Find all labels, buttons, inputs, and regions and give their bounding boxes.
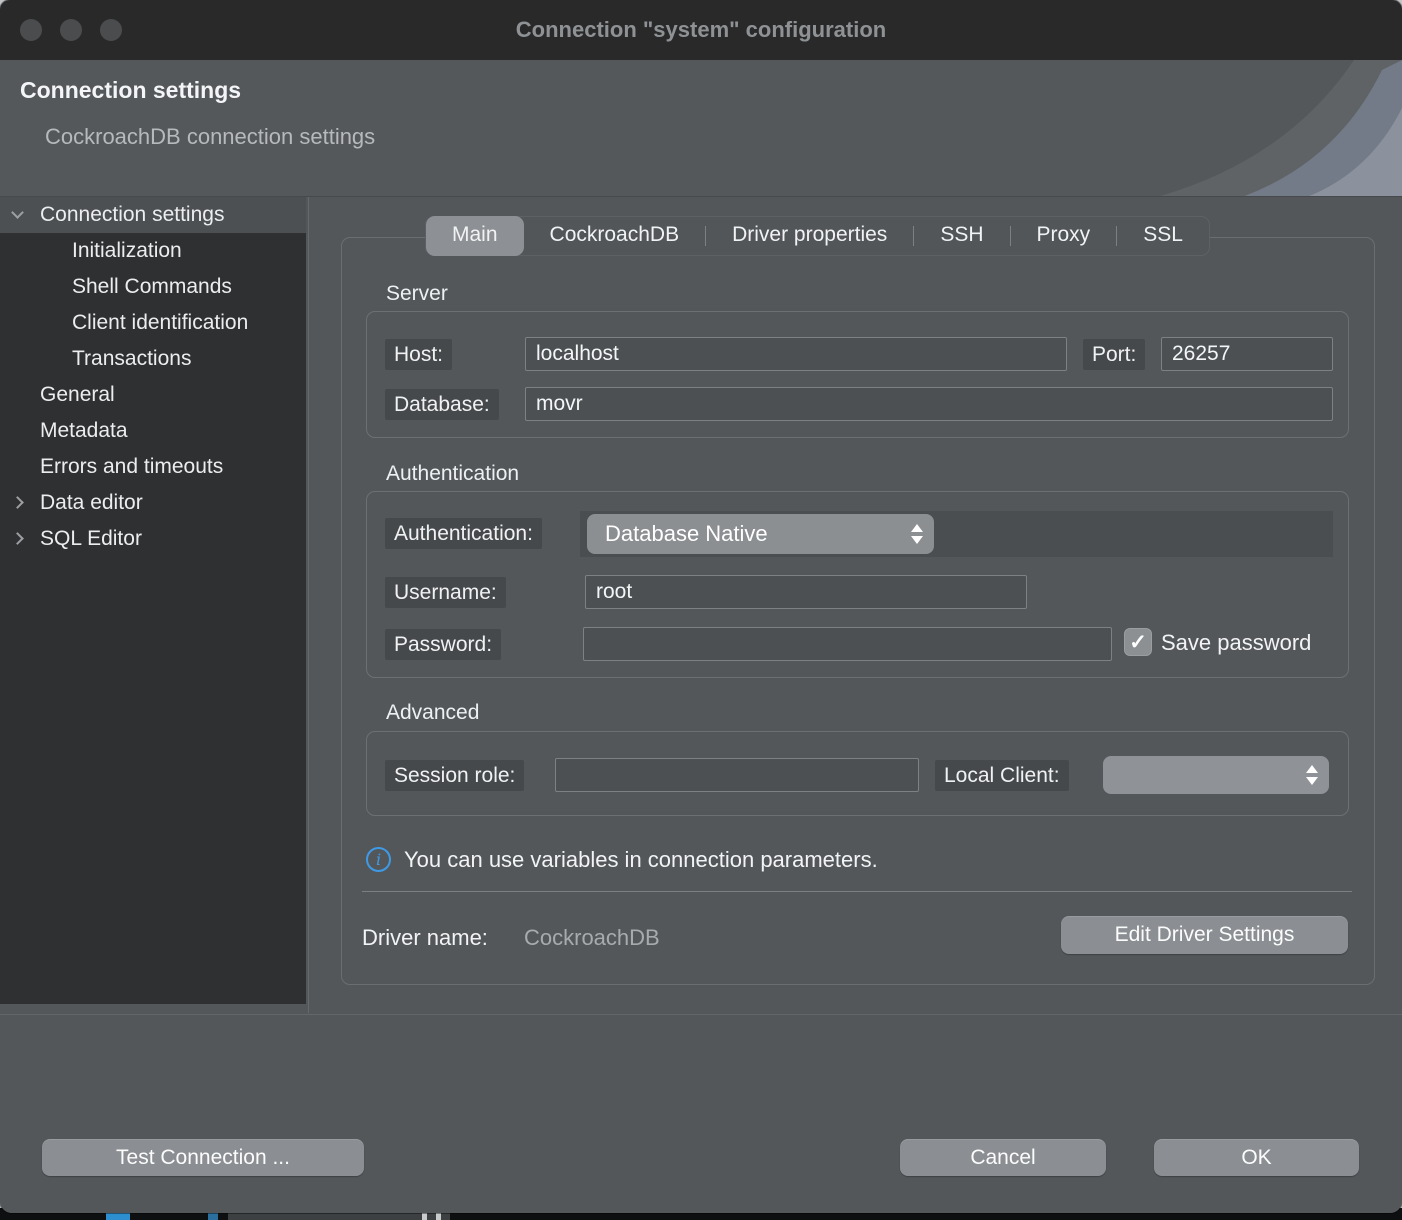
sidebar-item-data-editor[interactable]: Data editor: [0, 485, 306, 521]
sidebar-item-label: Metadata: [40, 413, 128, 449]
window-title: Connection "system" configuration: [0, 0, 1402, 60]
chevron-right-icon[interactable]: [11, 496, 24, 509]
background-window-sliver: [106, 1213, 130, 1220]
sidebar-item-transactions[interactable]: Transactions: [0, 341, 306, 377]
username-label: Username:: [385, 577, 506, 608]
tab-driver-properties[interactable]: Driver properties: [706, 216, 913, 256]
sidebar-item-label: Connection settings: [40, 197, 224, 233]
advanced-group-label: Advanced: [386, 701, 479, 725]
sidebar-item-errors-and-timeouts[interactable]: Errors and timeouts: [0, 449, 306, 485]
password-label: Password:: [385, 629, 501, 660]
connection-configuration-dialog: Connection "system" configuration Connec…: [0, 0, 1402, 1213]
sidebar-item-label: Transactions: [72, 341, 191, 377]
dialog-body: Connection settingsInitializationShell C…: [0, 197, 1402, 1013]
sidebar-item-label: SQL Editor: [40, 521, 142, 557]
background-window-sliver: [208, 1213, 218, 1220]
authentication-select-value: Database Native: [587, 521, 900, 547]
info-icon: i: [366, 847, 391, 872]
dialog-footer: Test Connection ... Cancel OK: [0, 1014, 1402, 1213]
session-role-input[interactable]: [555, 758, 919, 792]
sidebar-item-client-identification[interactable]: Client identification: [0, 305, 306, 341]
edit-driver-settings-button[interactable]: Edit Driver Settings: [1061, 916, 1348, 954]
authentication-group-label: Authentication: [386, 462, 519, 486]
server-group-label: Server: [386, 282, 448, 306]
main-content: MainCockroachDBDriver propertiesSSHProxy…: [309, 197, 1402, 1013]
sidebar-item-label: Data editor: [40, 485, 143, 521]
host-label: Host:: [385, 339, 452, 370]
authentication-select[interactable]: Database Native: [587, 514, 934, 554]
decorative-swoosh: [1102, 60, 1402, 197]
tab-proxy[interactable]: Proxy: [1011, 216, 1117, 256]
sidebar-item-general[interactable]: General: [0, 377, 306, 413]
server-group: Host: Port: Database:: [366, 311, 1349, 438]
chevron-down-icon[interactable]: [11, 206, 24, 219]
sidebar-item-metadata[interactable]: Metadata: [0, 413, 306, 449]
database-label: Database:: [385, 389, 499, 420]
host-input[interactable]: [525, 337, 1067, 371]
header-banner: Connection settings CockroachDB connecti…: [0, 60, 1402, 197]
authentication-label: Authentication:: [385, 518, 542, 549]
check-icon: ✓: [1129, 632, 1147, 653]
sidebar-item-shell-commands[interactable]: Shell Commands: [0, 269, 306, 305]
sidebar-item-label: Shell Commands: [72, 269, 232, 305]
info-message: You can use variables in connection para…: [404, 847, 878, 873]
save-password-checkbox[interactable]: ✓: [1124, 628, 1152, 656]
session-role-label: Session role:: [385, 760, 524, 791]
background-window-sliver: [228, 1213, 450, 1220]
connection-panel: Server Host: Port: Database: Authenticat…: [341, 237, 1375, 985]
cancel-button[interactable]: Cancel: [900, 1139, 1106, 1176]
sidebar-item-label: Errors and timeouts: [40, 449, 223, 485]
background-window-sliver: [436, 1213, 441, 1220]
tab-main[interactable]: Main: [426, 216, 524, 256]
port-input[interactable]: [1161, 337, 1333, 371]
driver-name-value: CockroachDB: [524, 925, 660, 951]
local-client-select[interactable]: [1103, 756, 1329, 794]
tab-cockroachdb[interactable]: CockroachDB: [524, 216, 706, 256]
save-password-label: Save password: [1161, 630, 1311, 656]
database-input[interactable]: [525, 387, 1333, 421]
sidebar-item-initialization[interactable]: Initialization: [0, 233, 306, 269]
chevron-right-icon[interactable]: [11, 532, 24, 545]
password-input[interactable]: [583, 627, 1112, 661]
sidebar-item-connection-settings[interactable]: Connection settings: [0, 197, 306, 233]
sidebar-item-label: Initialization: [72, 233, 182, 269]
driver-divider: [362, 891, 1352, 892]
local-client-label: Local Client:: [935, 760, 1069, 791]
port-label: Port:: [1083, 339, 1145, 370]
authentication-group: Authentication: Database Native Username…: [366, 491, 1349, 678]
advanced-group: Session role: Local Client:: [366, 731, 1349, 816]
chevron-up-down-icon: [900, 524, 934, 544]
test-connection-button[interactable]: Test Connection ...: [42, 1139, 364, 1176]
screen: Connection "system" configuration Connec…: [0, 0, 1402, 1220]
page-title: Connection settings: [20, 77, 241, 104]
sidebar-item-label: Client identification: [72, 305, 248, 341]
sidebar-item-sql-editor[interactable]: SQL Editor: [0, 521, 306, 557]
driver-name-label: Driver name:: [362, 925, 488, 951]
settings-tree: Connection settingsInitializationShell C…: [0, 197, 306, 1004]
background-window-sliver: [422, 1213, 427, 1220]
tab-ssl[interactable]: SSL: [1117, 216, 1209, 256]
sidebar-item-label: General: [40, 377, 115, 413]
username-input[interactable]: [585, 575, 1027, 609]
ok-button[interactable]: OK: [1154, 1139, 1359, 1176]
tab-ssh[interactable]: SSH: [914, 216, 1009, 256]
tab-bar: MainCockroachDBDriver propertiesSSHProxy…: [425, 216, 1210, 256]
page-subtitle: CockroachDB connection settings: [45, 124, 375, 150]
chevron-up-down-icon: [1295, 765, 1329, 785]
title-bar: Connection "system" configuration: [0, 0, 1402, 60]
